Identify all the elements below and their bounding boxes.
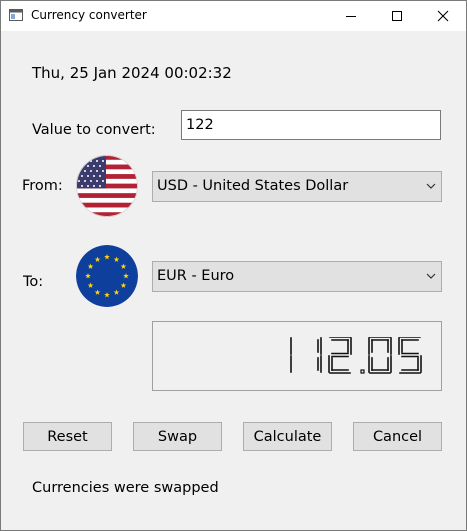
chevron-down-icon xyxy=(426,273,436,279)
reset-button[interactable]: Reset xyxy=(23,422,112,451)
close-icon xyxy=(437,10,449,22)
to-currency-select[interactable]: EUR - Euro xyxy=(152,261,442,292)
lcd-digit xyxy=(368,337,392,374)
lcd-decimal-point xyxy=(360,369,365,374)
lcd-digit xyxy=(317,337,322,373)
value-to-convert-input[interactable]: 122 xyxy=(181,110,441,140)
maximize-button[interactable] xyxy=(374,1,420,31)
window-title: Currency converter xyxy=(31,8,147,22)
maximize-icon xyxy=(392,11,402,21)
value-to-convert-label: Value to convert: xyxy=(32,122,156,138)
app-icon xyxy=(9,9,23,21)
minimize-button[interactable] xyxy=(328,1,374,31)
calculate-button[interactable]: Calculate xyxy=(243,422,332,451)
title-bar[interactable]: Currency converter xyxy=(1,1,466,31)
minimize-icon xyxy=(346,16,356,17)
to-label: To: xyxy=(23,274,44,290)
us-flag-icon xyxy=(76,155,138,217)
swap-button[interactable]: Swap xyxy=(133,422,222,451)
status-label: Currencies were swapped xyxy=(32,480,219,496)
result-lcd-display xyxy=(152,321,442,391)
from-label: From: xyxy=(22,178,63,194)
result-lcd-digits xyxy=(290,337,422,374)
to-currency-value: EUR - Euro xyxy=(157,268,235,284)
lcd-digit xyxy=(398,337,422,374)
from-currency-value: USD - United States Dollar xyxy=(157,178,349,194)
chevron-down-icon xyxy=(426,183,436,189)
lcd-digit xyxy=(290,337,292,373)
from-currency-select[interactable]: USD - United States Dollar xyxy=(152,171,442,202)
close-button[interactable] xyxy=(420,1,466,31)
client-area: Thu, 25 Jan 2024 00:02:32 Value to conve… xyxy=(1,31,466,530)
eu-flag-icon xyxy=(76,245,138,307)
cancel-button[interactable]: Cancel xyxy=(353,422,442,451)
lcd-digit xyxy=(328,337,352,374)
currency-converter-window: Currency converter Thu, 25 Jan 2024 00:0… xyxy=(0,0,467,531)
datetime-label: Thu, 25 Jan 2024 00:02:32 xyxy=(32,64,232,82)
